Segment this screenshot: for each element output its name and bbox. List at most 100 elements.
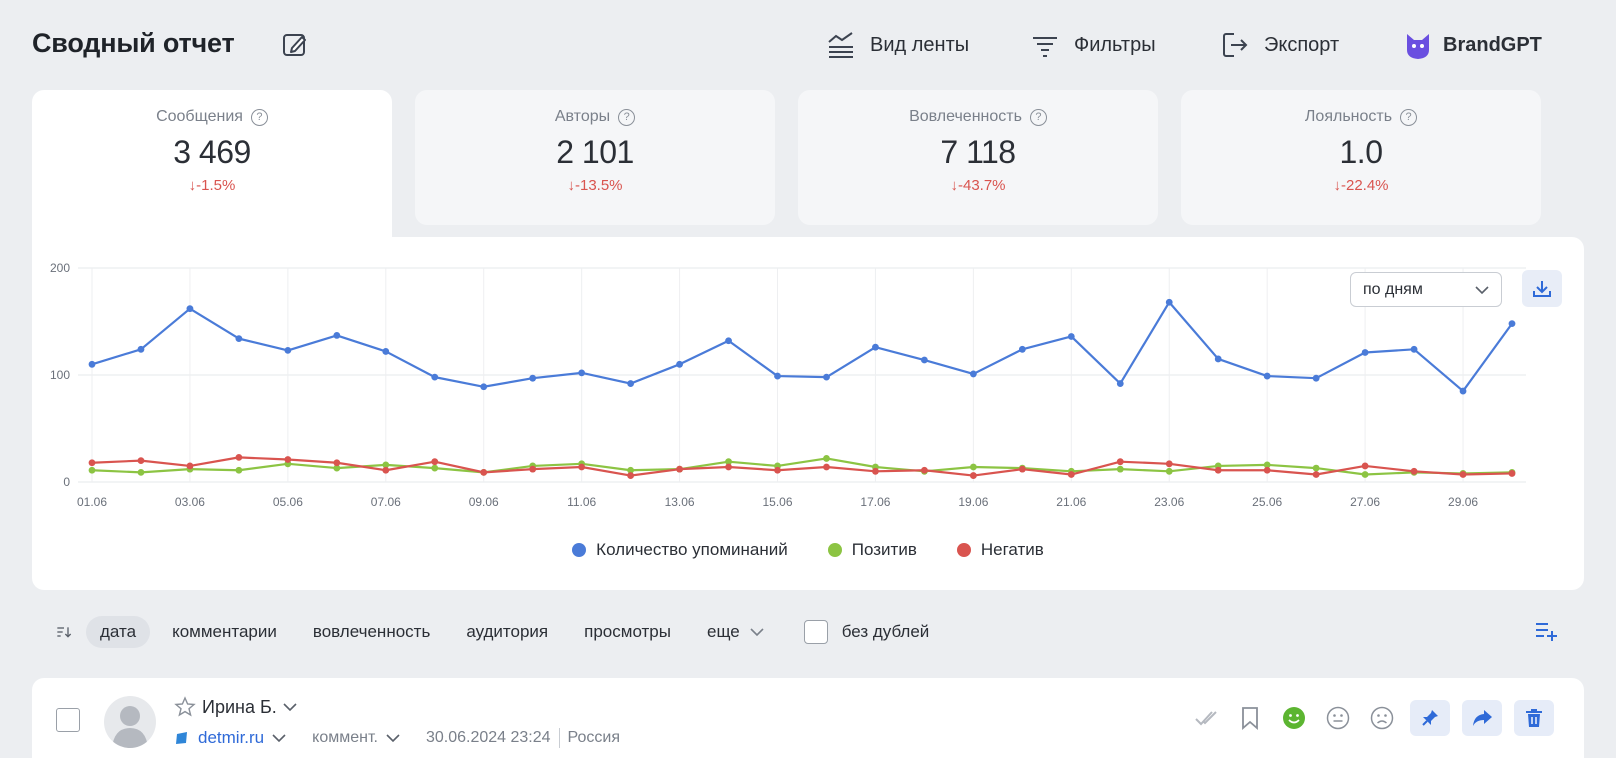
stat-value: 7 118 (940, 134, 1016, 170)
data-point (382, 348, 390, 355)
y-tick-label: 0 (63, 475, 70, 489)
smile-positive-icon (1283, 707, 1305, 729)
brandgpt-button[interactable]: BrandGPT (1403, 29, 1542, 61)
positive-sentiment-button[interactable] (1278, 702, 1310, 734)
page-title: Сводный отчет (32, 28, 235, 58)
data-point (333, 459, 341, 467)
data-point (431, 373, 439, 381)
stat-card-authors[interactable]: Авторы? 2 101 ↓-13.5% (415, 90, 775, 225)
legend-dot (572, 543, 587, 557)
sort-option-comments[interactable]: комментарии (158, 616, 291, 648)
source-icon (176, 732, 187, 744)
face-neutral-icon (1326, 706, 1350, 730)
data-point (1312, 374, 1320, 382)
stat-card-engagement[interactable]: Вовлеченность? 7 118 ↓-43.7% (798, 90, 1158, 225)
data-point (1116, 380, 1124, 387)
stat-label: Сообщения (156, 108, 243, 125)
data-point (1165, 460, 1173, 468)
sort-option-audience[interactable]: аудитория (452, 616, 562, 648)
data-point (1410, 345, 1418, 353)
help-icon[interactable]: ? (250, 108, 268, 126)
help-icon[interactable]: ? (1029, 108, 1047, 126)
share-button[interactable] (1462, 700, 1502, 736)
x-tick-label: 13.06 (665, 495, 695, 509)
sort-option-views[interactable]: просмотры (570, 616, 685, 648)
chevron-down-icon (750, 628, 764, 637)
edit-icon[interactable] (280, 30, 310, 60)
data-point (823, 463, 830, 471)
data-point (1312, 464, 1320, 472)
chevron-down-icon[interactable] (386, 733, 400, 743)
stat-card-loyalty[interactable]: Лояльность? 1.0 ↓-22.4% (1181, 90, 1541, 225)
stat-change: ↓-1.5% (188, 177, 236, 194)
data-point (88, 360, 96, 368)
data-point (1361, 349, 1369, 356)
help-icon[interactable]: ? (1400, 108, 1418, 126)
author-name[interactable]: Ирина Б. (202, 697, 277, 718)
x-tick-label: 03.06 (175, 495, 205, 509)
stat-change: ↓-43.7% (950, 177, 1006, 194)
post-actions (1190, 700, 1554, 736)
add-to-list-icon[interactable] (1534, 619, 1558, 643)
data-point (382, 466, 390, 474)
data-point (1361, 462, 1369, 470)
x-tick-label: 15.06 (763, 495, 793, 509)
help-icon[interactable]: ? (618, 108, 636, 126)
legend-item-positive[interactable]: Позитив (827, 540, 917, 560)
post-select-checkbox[interactable] (56, 708, 80, 732)
legend-item-negative[interactable]: Негатив (956, 540, 1044, 560)
sort-option-engagement[interactable]: вовлеченность (299, 616, 444, 648)
sort-option-date[interactable]: дата (86, 616, 151, 648)
data-point (823, 455, 830, 462)
post-meta: detmir.ru коммент. 30.06.2024 23:24 Росс… (174, 728, 620, 748)
bookmark-icon (1242, 707, 1258, 730)
data-point (1067, 333, 1075, 340)
avatar[interactable] (104, 696, 156, 748)
data-point (627, 472, 635, 479)
export-button[interactable]: Экспорт (1220, 29, 1339, 61)
brandgpt-cat-icon (1407, 34, 1429, 59)
sort-direction-button[interactable] (32, 615, 72, 649)
data-point (186, 305, 194, 313)
pin-button[interactable] (1410, 700, 1450, 736)
bookmark-button[interactable] (1234, 702, 1266, 734)
x-tick-label: 21.06 (1056, 495, 1086, 509)
chevron-down-icon[interactable] (272, 733, 286, 743)
legend-label: Количество упоминаний (596, 540, 788, 559)
legend-item-mentions[interactable]: Количество упоминаний (572, 540, 788, 560)
delete-button[interactable] (1514, 700, 1554, 736)
divider (558, 728, 560, 748)
x-tick-label: 17.06 (860, 495, 890, 509)
stat-card-messages[interactable]: Сообщения? 3 469 ↓-1.5% (32, 90, 392, 240)
stat-value: 3 469 (173, 134, 251, 170)
filters-button[interactable]: Фильтры (1030, 29, 1156, 61)
stat-change: ↓-13.5% (567, 177, 623, 194)
download-chart-button[interactable] (1522, 270, 1562, 307)
post-type[interactable]: коммент. (312, 729, 378, 747)
y-tick-label: 200 (50, 261, 70, 275)
x-tick-label: 07.06 (371, 495, 401, 509)
feed-view-button[interactable]: Вид ленты (826, 29, 969, 61)
pin-icon (1422, 710, 1438, 726)
post-author: Ирина Б. (174, 696, 297, 718)
no-duplicates-checkbox[interactable] (803, 620, 828, 644)
negative-sentiment-button[interactable] (1366, 702, 1398, 734)
data-point (676, 360, 683, 368)
data-point (872, 343, 879, 351)
neutral-sentiment-button[interactable] (1322, 702, 1354, 734)
export-icon (1223, 33, 1248, 57)
period-select[interactable]: по дням (1350, 272, 1502, 307)
data-point (1018, 465, 1026, 473)
data-point (480, 383, 488, 391)
chevron-down-icon[interactable] (283, 702, 297, 712)
data-point (186, 462, 194, 470)
post-source-link[interactable]: detmir.ru (198, 728, 264, 748)
x-tick-label: 29.06 (1448, 495, 1478, 509)
star-icon[interactable] (174, 696, 196, 718)
post-country: Россия (567, 729, 620, 746)
feed-view-icon (828, 32, 853, 58)
post-card: Ирина Б. detmir.ru коммент. 30.06.2024 2… (32, 678, 1584, 758)
mark-processed-button[interactable] (1190, 702, 1222, 734)
sort-more-dropdown[interactable]: еще (693, 616, 778, 648)
x-tick-label: 25.06 (1252, 495, 1282, 509)
